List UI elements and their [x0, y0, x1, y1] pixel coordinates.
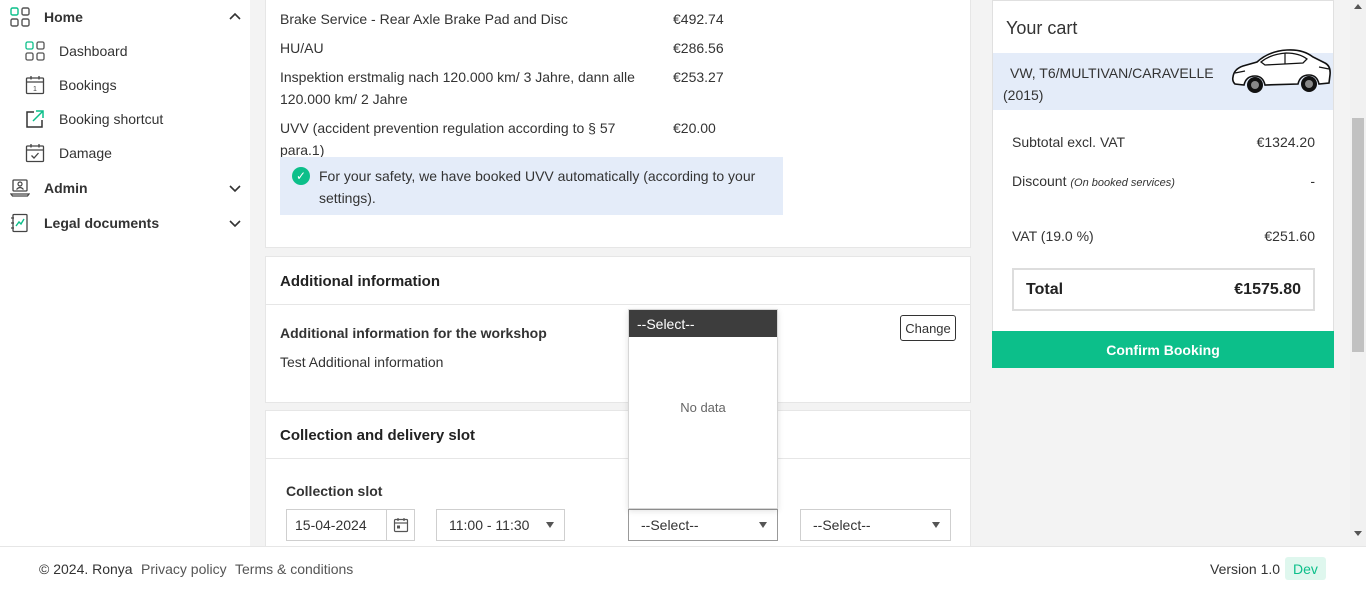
discount-note: (On booked services) [1070, 177, 1175, 189]
service-name: Brake Service - Rear Axle Brake Pad and … [280, 11, 568, 27]
card-title: Additional information [280, 273, 440, 290]
collection-time-select[interactable]: 11:00 - 11:30 [436, 509, 565, 541]
external-link-icon [24, 109, 45, 130]
nav-group-admin[interactable]: Admin [10, 176, 242, 200]
subtotal-value: €1324.20 [1256, 134, 1315, 150]
chevron-up-icon [228, 10, 242, 24]
services-card: Brake Service - Rear Axle Brake Pad and … [265, 0, 971, 248]
nav-admin-label: Admin [44, 180, 88, 196]
svg-text:1: 1 [33, 86, 37, 93]
caret-down-icon [546, 522, 554, 528]
no-data-text: No data [680, 400, 726, 415]
car-icon [1229, 41, 1333, 99]
card-title: Collection and delivery slot [280, 427, 476, 444]
nav-group-legal-documents[interactable]: Legal documents [10, 211, 242, 235]
dropdown-option-select[interactable]: --Select-- [629, 310, 777, 337]
notice-text: For your safety, we have booked UVV auto… [319, 168, 756, 206]
vat-label: VAT (19.0 %) [1012, 228, 1094, 244]
confirm-booking-button[interactable]: Confirm Booking [992, 331, 1334, 368]
sidebar-item-label: Booking shortcut [59, 111, 164, 127]
service-name: UVV (accident prevention regulation acco… [280, 120, 616, 158]
scrollbar-thumb[interactable] [1352, 118, 1364, 352]
collection-slot-label: Collection slot [286, 483, 383, 499]
collection-card: Collection and delivery slot Collection … [265, 410, 971, 546]
home-grid-icon [10, 7, 30, 27]
sidebar-item-booking-shortcut[interactable]: Booking shortcut [24, 107, 163, 131]
check-circle-icon: ✓ [292, 167, 310, 185]
discount-label: Discount [1012, 173, 1067, 189]
additional-info-card: Additional information Additional inform… [265, 256, 971, 403]
service-name: HU/AU [280, 40, 324, 56]
date-value: 15-04-2024 [295, 517, 367, 533]
nav-home-label: Home [44, 9, 83, 25]
terms-link[interactable]: Terms & conditions [235, 561, 353, 577]
discount-row: Discount (On booked services) - [1012, 170, 1315, 194]
nav-group-home[interactable]: Home [10, 5, 242, 29]
service-price: €20.00 [673, 120, 716, 136]
info-label: Additional information for the workshop [280, 325, 547, 341]
delivery-time-select[interactable]: --Select-- [800, 509, 951, 541]
sidebar-item-label: Dashboard [59, 43, 128, 59]
total-label: Total [1026, 280, 1064, 298]
sidebar-item-dashboard[interactable]: Dashboard [24, 39, 128, 63]
vehicle-name: VW, T6/MULTIVAN/CARAVELLE (2015) [1003, 65, 1214, 103]
discount-value: - [1310, 173, 1315, 189]
dashboard-icon [24, 41, 45, 62]
main-content: Brake Service - Rear Axle Brake Pad and … [250, 0, 980, 546]
scroll-up-icon[interactable] [1354, 4, 1362, 9]
footer: © 2024. Ronya Privacy policy Terms & con… [0, 546, 1366, 589]
cart-title: Your cart [1006, 18, 1078, 38]
collection-date-input[interactable]: 15-04-2024 [286, 509, 415, 541]
info-value: Test Additional information [280, 354, 444, 370]
chevron-down-icon [228, 216, 242, 230]
service-price: €492.74 [673, 11, 724, 27]
delivery-date-select[interactable]: --Select-- [628, 509, 778, 541]
calendar-check-icon [24, 143, 45, 164]
laptop-user-icon [10, 178, 30, 198]
service-name: Inspektion erstmalig nach 120.000 km/ 3 … [280, 69, 635, 107]
chevron-down-icon [228, 181, 242, 195]
sidebar-item-label: Damage [59, 145, 112, 161]
scroll-down-icon[interactable] [1354, 531, 1362, 536]
subtotal-label: Subtotal excl. VAT [1012, 134, 1126, 150]
calendar-icon: 1 [24, 75, 45, 96]
change-button[interactable]: Change [900, 315, 956, 341]
document-chart-icon [10, 213, 30, 233]
sidebar: Home Dashboard 1 Bookings Booking shortc… [0, 0, 250, 546]
select-dropdown-panel[interactable]: --Select-- No data [628, 309, 778, 509]
subtotal-row: Subtotal excl. VAT €1324.20 [1012, 134, 1315, 150]
time-value: 11:00 - 11:30 [449, 517, 530, 533]
cart-panel: Your cart VW, T6/MULTIVAN/CARAVELLE (201… [980, 0, 1350, 546]
service-price: €286.56 [673, 40, 724, 56]
total-box: Total €1575.80 [1012, 268, 1315, 311]
nav-legal-label: Legal documents [44, 215, 160, 231]
copyright-text: © 2024. Ronya [39, 561, 133, 577]
vat-value: €251.60 [1264, 228, 1315, 244]
service-price: €253.27 [673, 69, 724, 85]
caret-down-icon [759, 522, 767, 528]
env-badge: Dev [1285, 557, 1326, 580]
scrollbar[interactable] [1350, 0, 1366, 546]
uvv-notice: ✓ For your safety, we have booked UVV au… [280, 157, 783, 215]
vehicle-box: VW, T6/MULTIVAN/CARAVELLE (2015) [993, 49, 1333, 110]
divider [266, 304, 970, 305]
sidebar-item-bookings[interactable]: 1 Bookings [24, 73, 117, 97]
sidebar-item-label: Bookings [59, 77, 117, 93]
total-value: €1575.80 [1234, 280, 1301, 298]
privacy-policy-link[interactable]: Privacy policy [141, 561, 227, 577]
sidebar-item-damage[interactable]: Damage [24, 141, 112, 165]
divider [266, 458, 970, 459]
cart-card: Your cart VW, T6/MULTIVAN/CARAVELLE (201… [992, 0, 1334, 367]
select-value: --Select-- [641, 517, 699, 533]
calendar-icon[interactable] [386, 510, 414, 540]
caret-down-icon [932, 522, 940, 528]
select-value: --Select-- [813, 517, 871, 533]
version-text: Version 1.0 [1210, 561, 1281, 577]
vat-row: VAT (19.0 %) €251.60 [1012, 228, 1315, 244]
